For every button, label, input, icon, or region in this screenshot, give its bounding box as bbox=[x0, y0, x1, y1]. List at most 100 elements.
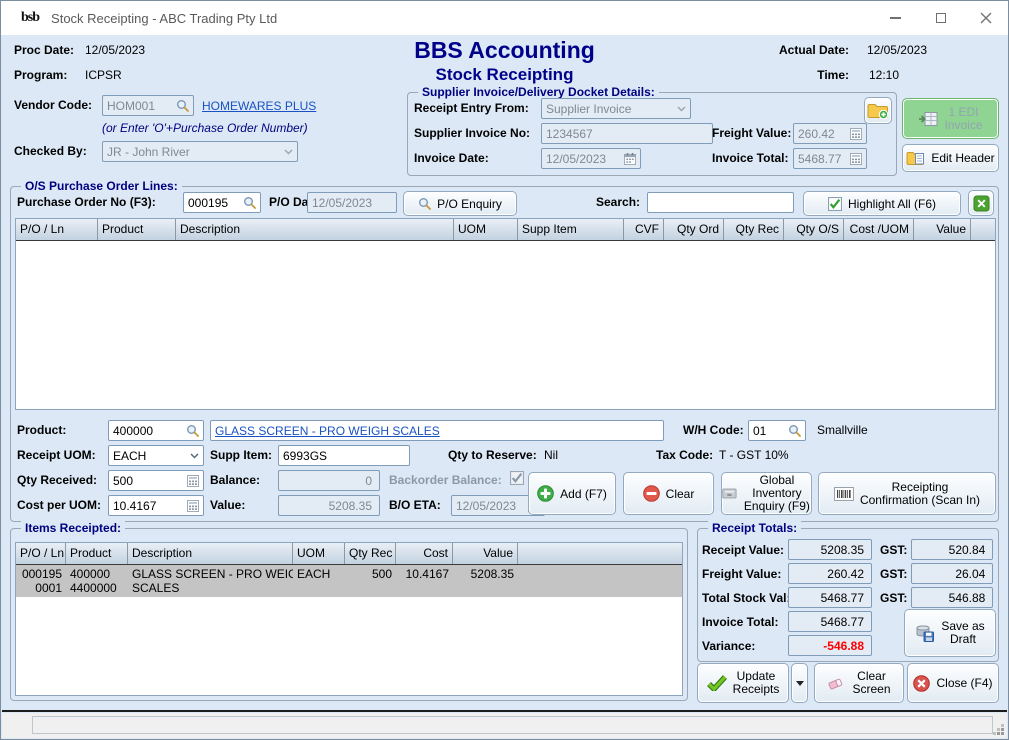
total-stock-field: 5468.77 bbox=[788, 587, 872, 608]
calculator-icon[interactable] bbox=[187, 475, 199, 487]
global-inventory-button[interactable]: Global InventoryEnquiry (F9) bbox=[721, 472, 812, 515]
clear-screen-line1: Clear bbox=[857, 669, 886, 683]
po-lines-table[interactable]: P/O / Ln Product Description UOM Supp It… bbox=[15, 218, 996, 410]
product-desc-link[interactable]: GLASS SCREEN - PRO WEIGH SCALES bbox=[215, 424, 440, 438]
cell-value: 5208.35 bbox=[453, 565, 518, 597]
window-controls bbox=[873, 1, 1008, 35]
maximize-button[interactable] bbox=[918, 1, 963, 35]
po-col-header[interactable]: Supp Item bbox=[518, 219, 624, 240]
balance-field: 0 bbox=[278, 470, 380, 491]
close-button[interactable]: Close (F4) bbox=[907, 663, 999, 703]
tax-code-value: T - GST 10% bbox=[719, 448, 789, 462]
receipt-value-label: Receipt Value: bbox=[702, 543, 788, 557]
minimize-button[interactable] bbox=[873, 1, 918, 35]
receipt-entry-from-label: Receipt Entry From: bbox=[414, 101, 529, 115]
po-date-value: 12/05/2023 bbox=[312, 196, 372, 210]
vendor-search-icon[interactable] bbox=[176, 99, 189, 112]
po-col-header[interactable]: CVF bbox=[624, 219, 664, 240]
clear-screen-button[interactable]: ClearScreen bbox=[814, 663, 904, 703]
receipting-confirmation-button[interactable]: ReceiptingConfirmation (Scan In) bbox=[818, 472, 996, 515]
items-col-header[interactable]: Qty Rec bbox=[345, 543, 396, 564]
product-desc-box: GLASS SCREEN - PRO WEIGH SCALES bbox=[210, 420, 664, 441]
items-col-header[interactable]: P/O / Ln bbox=[16, 543, 66, 564]
po-col-header[interactable]: UOM bbox=[454, 219, 518, 240]
close-window-button[interactable] bbox=[963, 1, 1008, 35]
items-col-header[interactable]: Value bbox=[453, 543, 518, 564]
po-lines-table-body[interactable] bbox=[16, 241, 995, 410]
wh-code-field[interactable]: 01 bbox=[748, 420, 806, 441]
calendar-icon[interactable] bbox=[624, 153, 636, 165]
wh-search-icon[interactable] bbox=[788, 424, 801, 437]
receipt-entry-from-select[interactable]: Supplier Invoice bbox=[541, 98, 691, 119]
add-button[interactable]: Add (F7) bbox=[528, 472, 616, 515]
product-field[interactable]: 400000 bbox=[108, 420, 204, 441]
freight-value-label: Freight Value: bbox=[712, 126, 791, 140]
vendor-name-link[interactable]: HOMEWARES PLUS bbox=[202, 99, 316, 113]
gst-label: GST: bbox=[880, 543, 907, 557]
receipt-entry-from-value: Supplier Invoice bbox=[546, 102, 631, 116]
po-lines-group-label: O/S Purchase Order Lines: bbox=[21, 179, 182, 193]
close-button-label: Close (F4) bbox=[936, 676, 992, 690]
supplier-invoice-no-field[interactable]: 1234567 bbox=[541, 123, 713, 144]
cell-qty-rec: 500 bbox=[345, 565, 396, 597]
items-receipted-table[interactable]: P/O / Ln Product Description UOM Qty Rec… bbox=[15, 542, 683, 696]
total-row-freight-value: Freight Value: 260.42 GST: 26.04 bbox=[702, 563, 993, 584]
edit-header-button[interactable]: Edit Header bbox=[902, 144, 999, 172]
calculator-icon[interactable] bbox=[850, 153, 862, 165]
receipt-totals-group-label: Receipt Totals: bbox=[708, 521, 801, 535]
status-message-panel bbox=[32, 716, 993, 734]
items-col-header[interactable]: Cost bbox=[396, 543, 453, 564]
supp-item-field[interactable]: 6993GS bbox=[278, 445, 410, 466]
calculator-icon[interactable] bbox=[187, 500, 199, 512]
global-inventory-line2: Enquiry (F9) bbox=[744, 499, 810, 513]
po-number-field[interactable]: 000195 bbox=[183, 192, 261, 213]
checked-by-select[interactable]: JR - John River bbox=[102, 141, 298, 162]
po-col-header[interactable]: Qty Ord bbox=[664, 219, 724, 240]
save-as-draft-button[interactable]: Save asDraft bbox=[904, 609, 996, 657]
po-search-icon[interactable] bbox=[243, 196, 256, 209]
items-table-row-selected[interactable]: 000195 0001 400000 4400000 GLASS SCREEN … bbox=[16, 565, 682, 597]
invoice-date-field[interactable]: 12/05/2023 bbox=[541, 148, 641, 169]
edi-invoice-button[interactable]: 1 EDIInvoice bbox=[902, 98, 999, 139]
attach-document-button[interactable] bbox=[864, 97, 892, 124]
receipt-uom-select[interactable]: EACH bbox=[108, 445, 204, 466]
po-col-header[interactable]: Cost /UOM bbox=[844, 219, 914, 240]
invoice-date-label: Invoice Date: bbox=[414, 151, 489, 165]
po-col-header[interactable]: Qty O/S bbox=[784, 219, 844, 240]
po-col-header[interactable]: Description bbox=[176, 219, 454, 240]
qty-received-field[interactable]: 500 bbox=[108, 470, 204, 491]
clear-button[interactable]: Clear bbox=[623, 472, 714, 515]
update-receipts-button[interactable]: UpdateReceipts bbox=[697, 663, 789, 703]
freight-value-field[interactable]: 260.42 bbox=[793, 123, 867, 144]
export-excel-button[interactable] bbox=[968, 190, 994, 216]
po-col-header[interactable]: Product bbox=[98, 219, 176, 240]
product-label: Product: bbox=[17, 423, 66, 437]
folder-add-icon bbox=[867, 102, 889, 120]
items-col-header[interactable]: Product bbox=[66, 543, 128, 564]
time-value: 12:10 bbox=[869, 68, 899, 82]
resize-grip[interactable] bbox=[1001, 732, 1004, 735]
po-col-header[interactable]: Qty Rec bbox=[724, 219, 784, 240]
highlight-all-label: Highlight All (F6) bbox=[848, 197, 936, 211]
invoice-total-field[interactable]: 5468.77 bbox=[793, 148, 867, 169]
cost-per-uom-field[interactable]: 10.4167 bbox=[108, 495, 204, 516]
po-col-header[interactable]: Value bbox=[914, 219, 971, 240]
product-search-icon[interactable] bbox=[186, 424, 199, 437]
po-enquiry-button[interactable]: P/O Enquiry bbox=[403, 191, 517, 216]
search-input[interactable] bbox=[647, 192, 794, 213]
po-col-header[interactable]: P/O / Ln bbox=[16, 219, 98, 240]
backorder-balance-checkbox[interactable] bbox=[510, 471, 524, 485]
tax-code-label: Tax Code: bbox=[656, 448, 713, 462]
highlight-all-button[interactable]: Highlight All (F6) bbox=[803, 191, 961, 216]
calculator-icon[interactable] bbox=[850, 128, 862, 140]
balance-value: 0 bbox=[365, 474, 372, 488]
update-receipts-dropdown-button[interactable] bbox=[791, 663, 808, 703]
items-col-header[interactable]: Description bbox=[128, 543, 293, 564]
cell-po-ln: 000195 0001 bbox=[16, 565, 66, 597]
qty-to-reserve-value: Nil bbox=[544, 448, 558, 462]
po-date-field[interactable]: 12/05/2023 bbox=[307, 192, 397, 213]
items-col-header[interactable]: UOM bbox=[293, 543, 345, 564]
vendor-code-field[interactable]: HOM001 bbox=[102, 95, 194, 116]
main-content: Proc Date: 12/05/2023 Program: ICPSR BBS… bbox=[2, 35, 1007, 712]
cost-per-uom-value: 10.4167 bbox=[113, 499, 156, 513]
